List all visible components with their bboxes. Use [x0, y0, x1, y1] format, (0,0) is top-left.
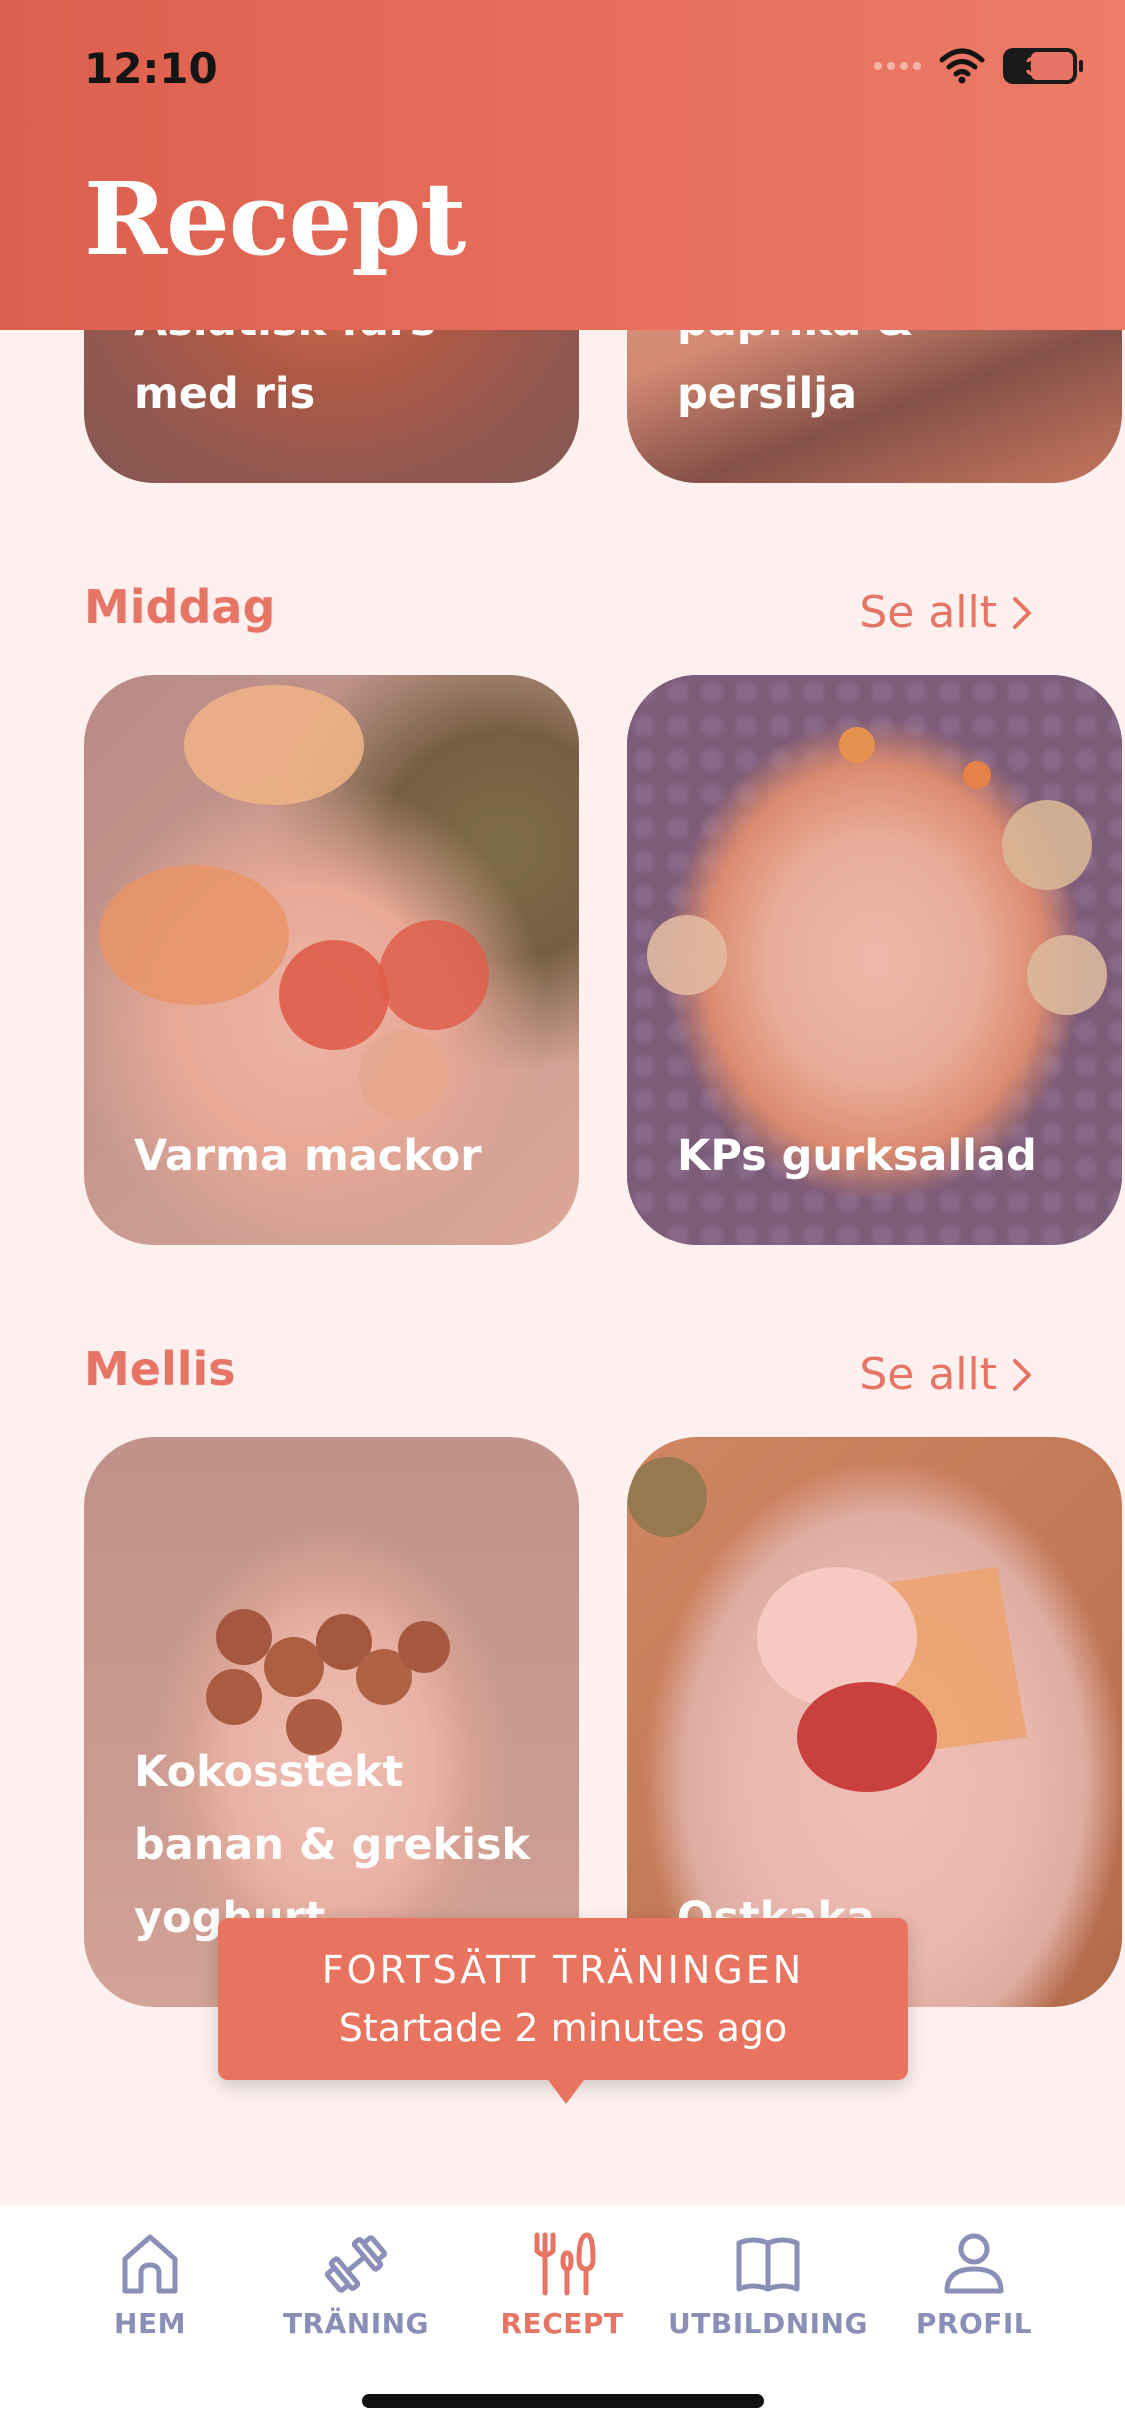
- tab-hem[interactable]: HEM: [50, 2229, 250, 2340]
- recipe-title: Varma mackor: [134, 1131, 482, 1181]
- chevron-right-icon: [1013, 596, 1031, 629]
- user-icon: [944, 2233, 1004, 2294]
- recipe-card[interactable]: KPs gurksallad: [627, 675, 1122, 1245]
- toast-title: FORTSÄTT TRÄNINGEN: [321, 1948, 805, 1992]
- section-title: Mellis: [84, 1342, 236, 1396]
- home-icon: [122, 2234, 178, 2294]
- recipe-feed[interactable]: Asiatisk färs med ris kyckling, paprika …: [0, 0, 1125, 2200]
- toast-subtitle: Startade 2 minutes ago: [338, 2006, 788, 2050]
- recipe-title: KPs gurksallad: [677, 1131, 1037, 1181]
- tab-profil[interactable]: PROFIL: [874, 2229, 1074, 2340]
- home-indicator: [362, 2394, 764, 2408]
- cellular-signal-icon: [874, 62, 921, 70]
- status-icons: 30: [874, 48, 1083, 84]
- see-all-link[interactable]: Se allt: [859, 1349, 1033, 1400]
- tab-recept[interactable]: RECEPT: [462, 2229, 662, 2340]
- page-title: Recept: [84, 160, 466, 278]
- status-time: 12:10: [84, 44, 218, 93]
- utensils-icon: [534, 2232, 596, 2296]
- book-icon: [736, 2237, 800, 2292]
- app-header: 12:10 30 Recept: [0, 0, 1125, 330]
- see-all-link[interactable]: Se allt: [859, 587, 1033, 638]
- section-title: Middag: [84, 580, 276, 634]
- continue-workout-toast[interactable]: FORTSÄTT TRÄNINGEN Startade 2 minutes ag…: [218, 1918, 908, 2104]
- chevron-right-icon: [1013, 1358, 1031, 1391]
- recipe-card[interactable]: Varma mackor: [84, 675, 579, 1245]
- tab-traning[interactable]: TRÄNING: [256, 2229, 456, 2340]
- tab-utbildning[interactable]: UTBILDNING: [668, 2229, 868, 2340]
- wifi-icon: [939, 48, 985, 84]
- dumbbell-icon: [325, 2235, 387, 2293]
- battery-icon: 30: [1003, 48, 1083, 84]
